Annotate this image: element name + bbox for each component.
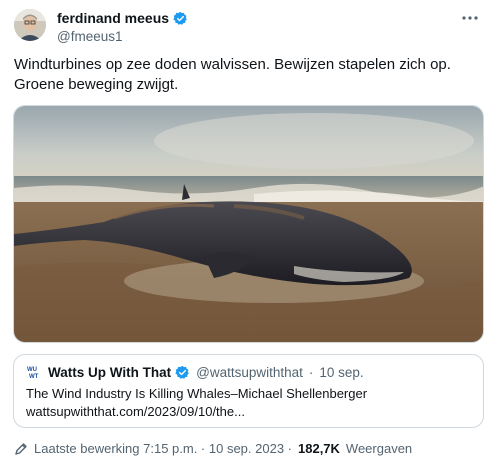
quote-date[interactable]: 10 sep. bbox=[319, 365, 363, 380]
quote-source-handle[interactable]: @wattsupwiththat bbox=[196, 365, 303, 380]
author-name-row[interactable]: ferdinand meeus bbox=[57, 9, 188, 27]
author-handle[interactable]: @fmeeus1 bbox=[57, 29, 122, 44]
quote-link[interactable]: wattsupwiththat.com/2023/09/10/the... bbox=[26, 404, 245, 419]
beached-whale-photo bbox=[14, 106, 483, 342]
views-label: Weergaven bbox=[345, 441, 413, 456]
tweet-text-line-1: Windturbines op zee doden walvissen. Bew… bbox=[14, 56, 451, 73]
views-count: 182,7K bbox=[298, 441, 340, 456]
quote-verified-badge-icon bbox=[175, 365, 189, 379]
avatar-photo bbox=[14, 9, 46, 41]
display-name[interactable]: ferdinand meeus bbox=[57, 10, 169, 26]
quote-title: The Wind Industry Is Killing Whales–Mich… bbox=[26, 386, 368, 401]
tweet-media-image[interactable] bbox=[13, 105, 484, 343]
quoted-tweet-card[interactable]: WU WT Watts Up With That @wattsupwiththa… bbox=[13, 354, 484, 428]
quote-separator: · bbox=[308, 364, 314, 380]
quote-source-name[interactable]: Watts Up With That bbox=[48, 365, 171, 380]
tweet-card: ferdinand meeus @fmeeus1 Windturbines op… bbox=[0, 0, 499, 472]
verified-badge-icon bbox=[173, 11, 187, 25]
tweet-footer: Laatste bewerking 7:15 p.m. · 10 sep. 20… bbox=[14, 441, 412, 456]
avatar[interactable] bbox=[14, 9, 46, 41]
tweet-text: Windturbines op zee doden walvissen. Bew… bbox=[14, 55, 484, 95]
watts-up-logo-icon[interactable]: WU WT bbox=[26, 364, 42, 380]
edited-timestamp[interactable]: Laatste bewerking 7:15 p.m. · 10 sep. 20… bbox=[34, 441, 292, 456]
more-options-icon[interactable] bbox=[461, 9, 479, 27]
svg-text:WU: WU bbox=[27, 367, 37, 373]
quote-header: WU WT Watts Up With That @wattsupwiththa… bbox=[26, 364, 364, 380]
tweet-text-line-2: Groene beweging zwijgt. bbox=[14, 76, 179, 93]
svg-text:WT: WT bbox=[29, 374, 39, 380]
pencil-edit-icon bbox=[15, 442, 27, 455]
